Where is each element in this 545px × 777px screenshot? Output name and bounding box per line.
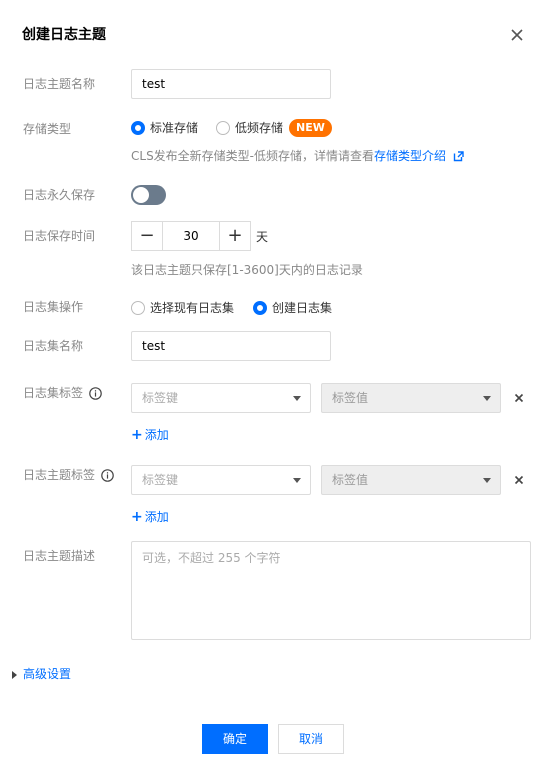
advanced-settings-label: 高级设置 — [23, 667, 72, 681]
remove-tag-icon[interactable] — [514, 475, 524, 485]
storage-type-label: 存储类型 — [23, 122, 72, 136]
topic-tag-key-select[interactable]: 标签键 — [131, 465, 311, 495]
storage-hint-text: CLS发布全新存储类型-低频存储，详情请查看 — [131, 149, 375, 163]
chevron-down-icon — [483, 478, 491, 483]
topic-tag-add-button[interactable]: + 添加 — [131, 508, 169, 525]
permanent-toggle[interactable] — [131, 185, 166, 205]
storage-infrequent-radio[interactable]: 低频存储 NEW — [216, 119, 332, 137]
logset-tags-label: 日志集标签 — [23, 385, 102, 401]
topic-tags-label: 日志主题标签 — [23, 467, 114, 483]
radio-unselected-icon — [131, 300, 145, 315]
chevron-down-icon — [293, 478, 301, 483]
description-placeholder: 可选，不超过 255 个字符 — [142, 551, 281, 565]
logset-action-label: 日志集操作 — [23, 300, 84, 314]
plus-icon: + — [131, 509, 143, 525]
description-label: 日志主题描述 — [23, 549, 96, 563]
tag-value-placeholder: 标签值 — [332, 391, 369, 405]
add-label: 添加 — [144, 510, 169, 524]
storage-standard-radio[interactable]: 标准存储 — [131, 119, 198, 136]
external-link-icon[interactable] — [453, 151, 464, 162]
topic-name-label: 日志主题名称 — [23, 77, 96, 91]
remove-tag-icon[interactable] — [514, 393, 524, 403]
description-textarea[interactable]: 可选，不超过 255 个字符 — [131, 541, 531, 640]
cancel-button[interactable]: 取消 — [278, 724, 344, 754]
retention-value-input[interactable]: 30 — [162, 222, 220, 250]
storage-standard-label: 标准存储 — [150, 120, 199, 135]
logset-existing-label: 选择现有日志集 — [150, 300, 235, 315]
increment-button[interactable]: + — [220, 222, 250, 250]
radio-selected-icon — [131, 120, 145, 135]
tag-key-placeholder: 标签键 — [142, 391, 179, 405]
decrement-button[interactable]: − — [132, 222, 162, 250]
permanent-label: 日志永久保存 — [23, 188, 96, 202]
logset-name-input[interactable]: test — [131, 331, 331, 361]
storage-type-doc-link[interactable]: 存储类型介绍 — [374, 149, 446, 163]
dialog-title: 创建日志主题 — [22, 27, 106, 43]
add-label: 添加 — [144, 428, 169, 442]
retention-unit: 天 — [256, 230, 269, 244]
topic-name-input[interactable]: test — [131, 69, 331, 99]
info-icon[interactable] — [101, 469, 114, 482]
new-badge: NEW — [289, 119, 332, 137]
plus-icon: + — [131, 427, 143, 443]
logset-create-radio[interactable]: 创建日志集 — [253, 299, 332, 316]
tag-value-placeholder: 标签值 — [332, 473, 369, 487]
chevron-down-icon — [293, 396, 301, 401]
logset-name-label: 日志集名称 — [23, 339, 84, 353]
info-icon[interactable] — [89, 387, 102, 400]
caret-right-icon — [12, 670, 17, 679]
topic-tags-label-text: 日志主题标签 — [23, 468, 96, 482]
chevron-down-icon — [483, 396, 491, 401]
storage-infrequent-label: 低频存储 — [235, 121, 284, 135]
confirm-button[interactable]: 确定 — [202, 724, 268, 754]
tag-key-placeholder: 标签键 — [142, 473, 179, 487]
logset-existing-radio[interactable]: 选择现有日志集 — [131, 299, 234, 316]
toggle-knob — [133, 187, 149, 203]
retention-stepper: − 30 + — [131, 221, 251, 251]
topic-tag-value-select: 标签值 — [321, 465, 501, 495]
retention-label: 日志保存时间 — [23, 229, 96, 243]
radio-unselected-icon — [216, 121, 230, 135]
logset-create-label: 创建日志集 — [272, 300, 333, 315]
radio-selected-icon — [253, 300, 267, 315]
storage-type-hint: CLS发布全新存储类型-低频存储，详情请查看存储类型介绍 — [131, 147, 464, 164]
advanced-settings-toggle[interactable]: 高级设置 — [12, 665, 71, 682]
logset-tag-value-select: 标签值 — [321, 383, 501, 413]
close-icon[interactable] — [509, 27, 525, 43]
logset-tags-label-text: 日志集标签 — [23, 386, 84, 400]
logset-tag-key-select[interactable]: 标签键 — [131, 383, 311, 413]
logset-tag-add-button[interactable]: + 添加 — [131, 426, 169, 443]
retention-hint: 该日志主题只保存[1-3600]天内的日志记录 — [131, 263, 363, 277]
